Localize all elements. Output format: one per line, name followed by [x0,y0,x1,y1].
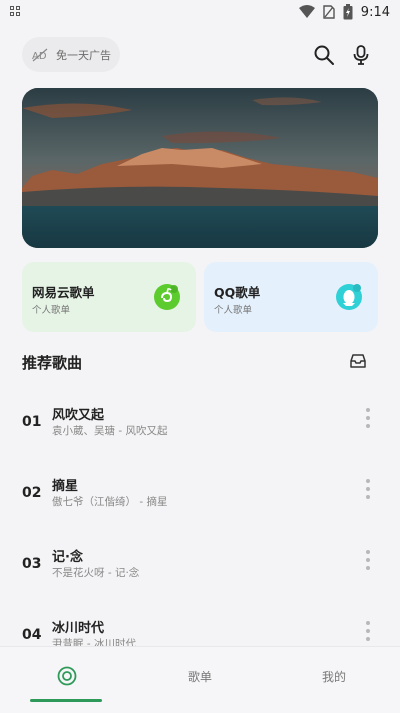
search-icon[interactable] [313,44,335,66]
ad-free-pill[interactable]: AD 免一天广告 [22,37,120,72]
song-title: 摘星 [52,479,79,494]
song-row[interactable]: 01 风吹又起 袁小葳、吴瑭 - 风吹又起 [0,400,400,450]
song-title: 风吹又起 [52,408,105,423]
tab-mine[interactable]: 我的 [322,668,346,685]
card-subtitle: 个人歌单 [214,305,253,316]
ad-free-label: 免一天广告 [56,48,111,62]
inbox-icon[interactable] [349,352,367,370]
song-title: 记·念 [52,550,83,565]
card-subtitle: 个人歌单 [32,305,71,316]
no-sim-icon [323,5,335,19]
bottom-nav: 歌单 我的 [0,646,400,713]
mountain-landscape-image [22,88,378,248]
song-number: 03 [22,556,42,572]
no-ads-icon: AD [32,48,48,62]
song-artist: 不是花火呀 - 记·念 [52,567,140,579]
card-title: QQ歌单 [214,285,261,300]
more-vertical-icon[interactable] [359,477,377,501]
clock: 9:14 [360,4,390,20]
card-title: 网易云歌单 [32,285,95,300]
song-number: 01 [22,414,42,430]
netease-logo-icon [154,284,180,310]
mic-icon[interactable] [350,44,372,66]
song-row[interactable]: 02 摘星 傲七爷（江偕绮） - 摘星 [0,471,400,521]
more-vertical-icon[interactable] [359,548,377,572]
banner-image[interactable] [22,88,378,248]
section-title: 推荐歌曲 [22,354,83,372]
song-number: 02 [22,485,42,501]
qq-playlist-card[interactable]: QQ歌单 个人歌单 [204,262,378,332]
more-vertical-icon[interactable] [359,619,377,643]
song-artist: 袁小葳、吴瑭 - 风吹又起 [52,425,168,437]
wifi-icon [298,5,315,18]
song-title: 冰川时代 [52,621,105,636]
status-icons: 9:14 [298,3,390,21]
home-tab-icon[interactable] [56,665,78,687]
more-vertical-icon[interactable] [359,406,377,430]
status-bar: 9:14 [0,0,400,24]
tab-playlists[interactable]: 歌单 [188,668,212,685]
netease-playlist-card[interactable]: 网易云歌单 个人歌单 [22,262,196,332]
battery-icon [343,4,353,20]
song-number: 04 [22,627,42,643]
song-artist: 傲七爷（江偕绮） - 摘星 [52,496,168,508]
song-row[interactable]: 03 记·念 不是花火呀 - 记·念 [0,542,400,592]
qq-penguin-logo-icon [336,284,362,310]
app-grid-icon [10,6,22,18]
active-tab-indicator [30,699,102,702]
